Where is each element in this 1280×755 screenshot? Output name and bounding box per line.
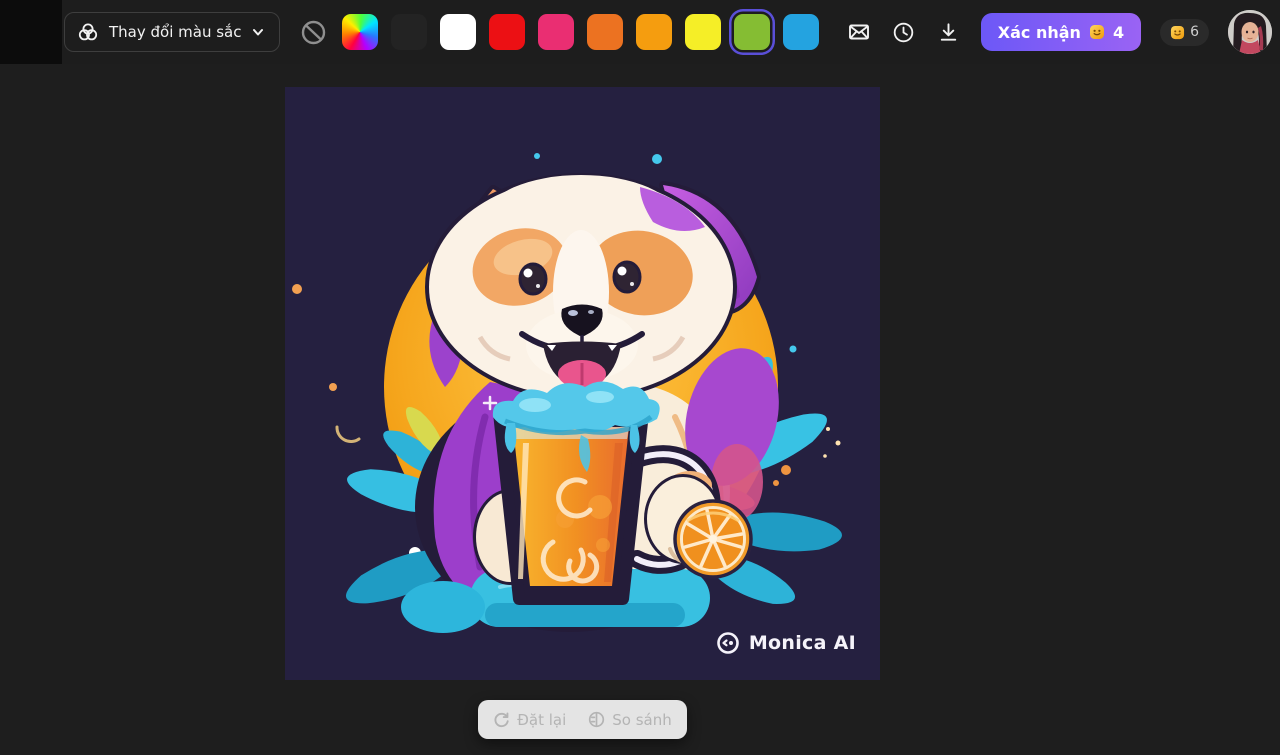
- swatch-rainbow[interactable]: [342, 14, 378, 50]
- credits-count: 6: [1190, 24, 1199, 40]
- compare-label: So sánh: [612, 711, 672, 729]
- change-color-label: Thay đổi màu sắc: [109, 23, 241, 41]
- confirm-cost: 4: [1113, 23, 1124, 42]
- no-color-button[interactable]: [299, 18, 327, 46]
- swatch-orange[interactable]: [587, 14, 623, 50]
- history-icon[interactable]: [891, 19, 917, 45]
- color-swatches: [342, 14, 819, 50]
- mail-icon[interactable]: [846, 19, 872, 45]
- swatch-green[interactable]: [734, 14, 770, 50]
- compare-icon: [588, 711, 605, 728]
- toolbar-right: Xác nhận 4: [846, 10, 1280, 54]
- reset-label: Đặt lại: [517, 711, 566, 729]
- watermark-text: Monica AI: [749, 632, 856, 654]
- confirm-label: Xác nhận: [998, 23, 1081, 42]
- generated-image: Monica AI: [285, 87, 880, 680]
- confirm-button[interactable]: Xác nhận 4: [981, 13, 1141, 51]
- credits-pill[interactable]: 6: [1160, 19, 1209, 46]
- swatch-amber[interactable]: [636, 14, 672, 50]
- coin-icon: [1170, 25, 1185, 40]
- window-corner: [0, 0, 62, 64]
- monica-logo-icon: [716, 631, 740, 655]
- user-avatar[interactable]: [1228, 10, 1272, 54]
- chevron-down-icon: [251, 25, 265, 39]
- swatch-yellow[interactable]: [685, 14, 721, 50]
- swatch-black[interactable]: [391, 14, 427, 50]
- footer-actions: Đặt lại So sánh: [478, 700, 687, 739]
- color-blend-icon: [77, 21, 99, 43]
- download-icon[interactable]: [936, 19, 962, 45]
- reset-button[interactable]: Đặt lại: [493, 711, 566, 729]
- swatch-pink[interactable]: [538, 14, 574, 50]
- swatch-red[interactable]: [489, 14, 525, 50]
- compare-button[interactable]: So sánh: [588, 711, 672, 729]
- dog-juice-illustration: [285, 87, 880, 680]
- reset-icon: [493, 711, 510, 728]
- watermark: Monica AI: [716, 631, 856, 655]
- swatch-blue[interactable]: [783, 14, 819, 50]
- coin-icon: [1089, 24, 1105, 40]
- toolbar: Thay đổi màu sắc: [0, 0, 1280, 64]
- swatch-white[interactable]: [440, 14, 476, 50]
- change-color-dropdown[interactable]: Thay đổi màu sắc: [64, 12, 280, 52]
